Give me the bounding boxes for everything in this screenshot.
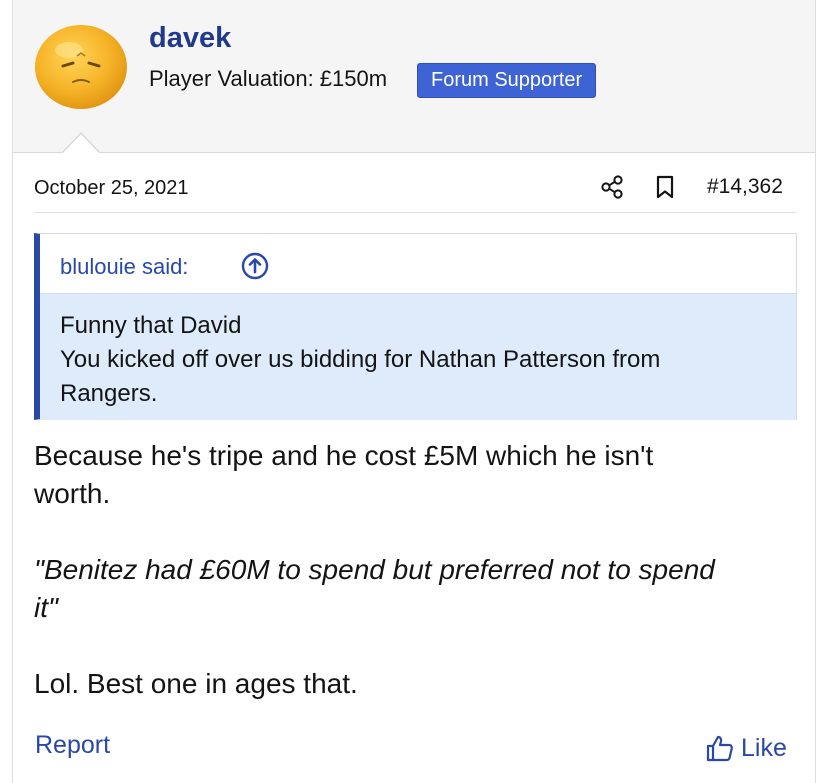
message-line: Because he's tripe and he cost £5M which… — [34, 440, 654, 471]
user-badge: Forum Supporter — [417, 63, 597, 98]
like-button[interactable]: Like — [705, 731, 787, 765]
message-line: worth. — [34, 478, 111, 509]
message-quote-paragraph: "Benitez had £60M to spend but preferred… — [34, 551, 804, 627]
user-header: davek Player Valuation: £150m Forum Supp… — [13, 0, 815, 153]
message-paragraph: Because he's tripe and he cost £5M which… — [34, 437, 804, 513]
like-label: Like — [741, 733, 787, 762]
user-title: Player Valuation: £150m — [149, 66, 388, 91]
message-line: "Benitez had £60M to spend but preferred… — [34, 554, 715, 585]
quote-line: Funny that David — [60, 312, 242, 339]
quote-content: Funny that David You kicked off over us … — [40, 294, 796, 420]
share-icon[interactable] — [599, 174, 625, 200]
orange-face-avatar[interactable] — [33, 22, 129, 110]
quote-line: You kicked off over us bidding for Natha… — [60, 346, 661, 373]
bookmark-icon[interactable] — [653, 174, 677, 200]
post-message: Because he's tripe and he cost £5M which… — [34, 437, 804, 703]
quote-line: Rangers. — [60, 380, 158, 407]
meta-divider — [34, 212, 796, 213]
header-caret-fill — [62, 134, 100, 154]
report-link[interactable]: Report — [35, 731, 110, 760]
quote-block: blulouie said: Funny that David You kick… — [34, 233, 797, 420]
message-line: it" — [34, 592, 58, 623]
message-closing: Lol. Best one in ages that. — [34, 668, 358, 699]
post-date[interactable]: October 25, 2021 — [34, 177, 189, 200]
username[interactable]: davek — [149, 22, 231, 55]
post-number-link[interactable]: #14,362 — [707, 175, 783, 199]
arrow-up-circle-icon[interactable] — [240, 251, 270, 281]
quote-author[interactable]: blulouie said: — [60, 254, 188, 280]
quote-header: blulouie said: — [40, 234, 796, 294]
thumbs-up-icon — [706, 735, 733, 762]
post-container: davek Player Valuation: £150m Forum Supp… — [12, 0, 816, 783]
